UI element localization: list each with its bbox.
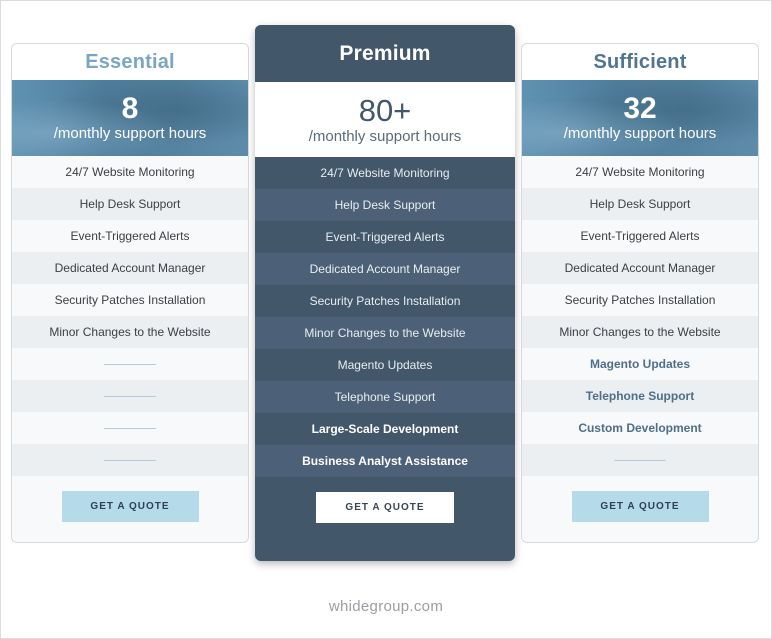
feature-row <box>12 380 248 412</box>
feature-list: 24/7 Website Monitoring Help Desk Support… <box>255 157 515 477</box>
feature-label: Help Desk Support <box>589 197 691 211</box>
feature-row: Business Analyst Assistance <box>255 445 515 477</box>
feature-label: Security Patches Installation <box>564 293 716 307</box>
feature-label: Telephone Support <box>334 390 436 404</box>
get-quote-button-essential[interactable]: GET A QUOTE <box>61 491 199 522</box>
feature-row: Minor Changes to the Website <box>12 316 248 348</box>
feature-row: Custom Development <box>522 412 758 444</box>
feature-list: 24/7 Website Monitoring Help Desk Support… <box>12 156 248 476</box>
plan-hours: 8 <box>121 92 139 125</box>
feature-label: Dedicated Account Manager <box>564 261 716 275</box>
feature-row: Telephone Support <box>522 380 758 412</box>
plan-price: 80+ /monthly support hours <box>255 82 515 157</box>
feature-label: 24/7 Website Monitoring <box>65 165 195 179</box>
plan-title: Premium <box>255 25 515 82</box>
feature-row: 24/7 Website Monitoring <box>12 156 248 188</box>
feature-label: Magento Updates <box>589 357 690 371</box>
feature-row: Security Patches Installation <box>12 284 248 316</box>
plan-title: Essential <box>12 44 248 80</box>
plan-hours-label: /monthly support hours <box>308 127 462 145</box>
feature-row: 24/7 Website Monitoring <box>522 156 758 188</box>
plan-card-premium: Premium 80+ /monthly support hours 24/7 … <box>255 25 515 561</box>
feature-row: Minor Changes to the Website <box>522 316 758 348</box>
not-included-dash-icon <box>104 427 156 429</box>
feature-label: Magento Updates <box>337 358 433 372</box>
feature-label: Event-Triggered Alerts <box>580 229 700 243</box>
plan-hours: 80+ <box>358 92 412 128</box>
feature-label: Minor Changes to the Website <box>49 325 211 339</box>
get-quote-button-sufficient[interactable]: GET A QUOTE <box>571 491 709 522</box>
feature-row: Security Patches Installation <box>255 285 515 317</box>
plan-hours-label: /monthly support hours <box>53 125 207 142</box>
feature-label: Dedicated Account Manager <box>54 261 206 275</box>
feature-label: Business Analyst Assistance <box>302 454 468 468</box>
plan-price: 32 /monthly support hours <box>522 80 758 156</box>
feature-label: Security Patches Installation <box>309 294 461 308</box>
not-included-dash-icon <box>104 395 156 397</box>
feature-row: Help Desk Support <box>522 188 758 220</box>
feature-row <box>12 444 248 476</box>
feature-label: Telephone Support <box>585 389 695 403</box>
feature-row: Event-Triggered Alerts <box>522 220 758 252</box>
feature-row <box>522 444 758 476</box>
feature-label: Large-Scale Development <box>311 422 459 436</box>
not-included-dash-icon <box>104 459 156 461</box>
feature-label: Event-Triggered Alerts <box>70 229 190 243</box>
feature-row <box>12 412 248 444</box>
feature-row: Security Patches Installation <box>522 284 758 316</box>
not-included-dash-icon <box>104 363 156 365</box>
feature-label: 24/7 Website Monitoring <box>575 165 705 179</box>
feature-label: Dedicated Account Manager <box>309 262 461 276</box>
feature-label: Help Desk Support <box>334 198 436 212</box>
get-quote-button-premium[interactable]: GET A QUOTE <box>316 492 454 523</box>
feature-row: Large-Scale Development <box>255 413 515 445</box>
feature-row: 24/7 Website Monitoring <box>255 157 515 189</box>
plan-title: Sufficient <box>522 44 758 80</box>
feature-row: Magento Updates <box>522 348 758 380</box>
feature-row: Telephone Support <box>255 381 515 413</box>
feature-label: Security Patches Installation <box>54 293 206 307</box>
feature-row: Dedicated Account Manager <box>255 253 515 285</box>
feature-label: Custom Development <box>578 421 702 435</box>
footer-site-link[interactable]: whidegroup.com <box>0 598 772 615</box>
plan-hours: 32 <box>623 92 657 125</box>
feature-label: Event-Triggered Alerts <box>325 230 445 244</box>
feature-row: Magento Updates <box>255 349 515 381</box>
feature-row: Event-Triggered Alerts <box>255 221 515 253</box>
feature-label: Help Desk Support <box>79 197 181 211</box>
plan-price: 8 /monthly support hours <box>12 80 248 156</box>
feature-label: 24/7 Website Monitoring <box>320 166 450 180</box>
feature-list: 24/7 Website Monitoring Help Desk Support… <box>522 156 758 476</box>
feature-row: Help Desk Support <box>12 188 248 220</box>
plan-card-essential: Essential 8 /monthly support hours 24/7 … <box>11 43 249 543</box>
feature-row <box>12 348 248 380</box>
not-included-dash-icon <box>614 459 666 461</box>
feature-row: Dedicated Account Manager <box>522 252 758 284</box>
feature-label: Minor Changes to the Website <box>559 325 721 339</box>
feature-label: Minor Changes to the Website <box>304 326 466 340</box>
plan-card-sufficient: Sufficient 32 /monthly support hours 24/… <box>521 43 759 543</box>
feature-row: Minor Changes to the Website <box>255 317 515 349</box>
plan-hours-label: /monthly support hours <box>563 125 717 142</box>
feature-row: Event-Triggered Alerts <box>12 220 248 252</box>
feature-row: Help Desk Support <box>255 189 515 221</box>
feature-row: Dedicated Account Manager <box>12 252 248 284</box>
